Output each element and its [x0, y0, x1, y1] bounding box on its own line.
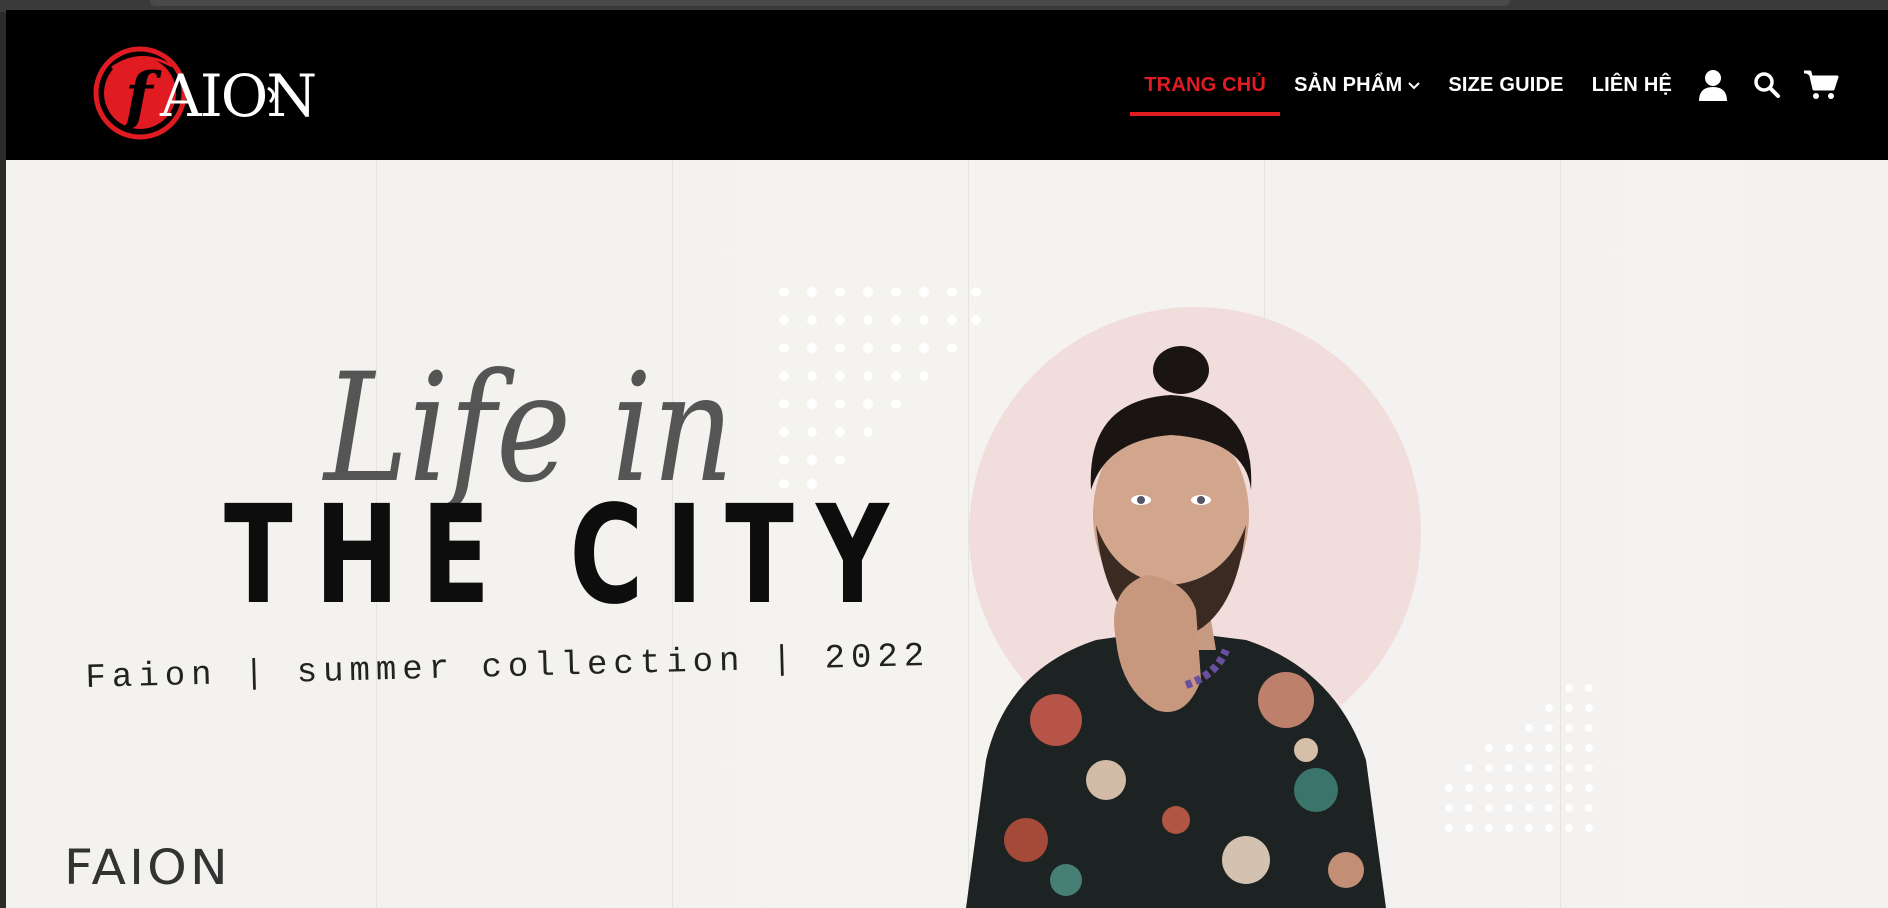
nav-item-label: TRANG CHỦ — [1144, 73, 1267, 96]
site-logo[interactable]: f AION — [92, 38, 332, 148]
hero-model-photo — [966, 346, 1386, 908]
nav-item-label: LIÊN HỆ — [1591, 73, 1672, 96]
hero-tagline: Faion | summer collection | 2022 — [85, 637, 931, 698]
dot-pattern-decoration — [1445, 684, 1593, 832]
hero-banner[interactable]: Life in THE CITY Faion | summer collecti… — [6, 160, 1888, 908]
footer-brand-text: FAION — [64, 840, 231, 896]
logo-mark: f AION — [93, 46, 317, 140]
main-navigation: TRANG CHỦ SẢN PHẨM SIZE GUIDE LIÊN HỆ — [1130, 10, 1848, 160]
hero-headline: THE CITY — [224, 477, 912, 635]
browser-address-bar[interactable] — [150, 0, 1510, 6]
nav-item-home[interactable]: TRANG CHỦ — [1130, 10, 1280, 160]
nav-item-products[interactable]: SẢN PHẨM — [1280, 10, 1434, 160]
nav-item-label: SẢN PHẨM — [1294, 73, 1403, 96]
chevron-down-icon — [1408, 74, 1421, 97]
search-icon[interactable] — [1740, 10, 1794, 160]
page-viewport: f AION TRANG CHỦ SẢN PHẨM SIZE GUIDE LIÊ… — [6, 10, 1888, 908]
nav-item-label: SIZE GUIDE — [1448, 73, 1564, 96]
hero-script-title: Life in — [321, 342, 734, 510]
svg-text:AION: AION — [159, 62, 315, 130]
cart-icon[interactable] — [1794, 10, 1848, 160]
user-icon[interactable] — [1686, 10, 1740, 160]
nav-item-contact[interactable]: LIÊN HỆ — [1578, 10, 1686, 160]
nav-item-size-guide[interactable]: SIZE GUIDE — [1434, 10, 1577, 160]
site-header: f AION TRANG CHỦ SẢN PHẨM SIZE GUIDE LIÊ… — [6, 10, 1888, 160]
